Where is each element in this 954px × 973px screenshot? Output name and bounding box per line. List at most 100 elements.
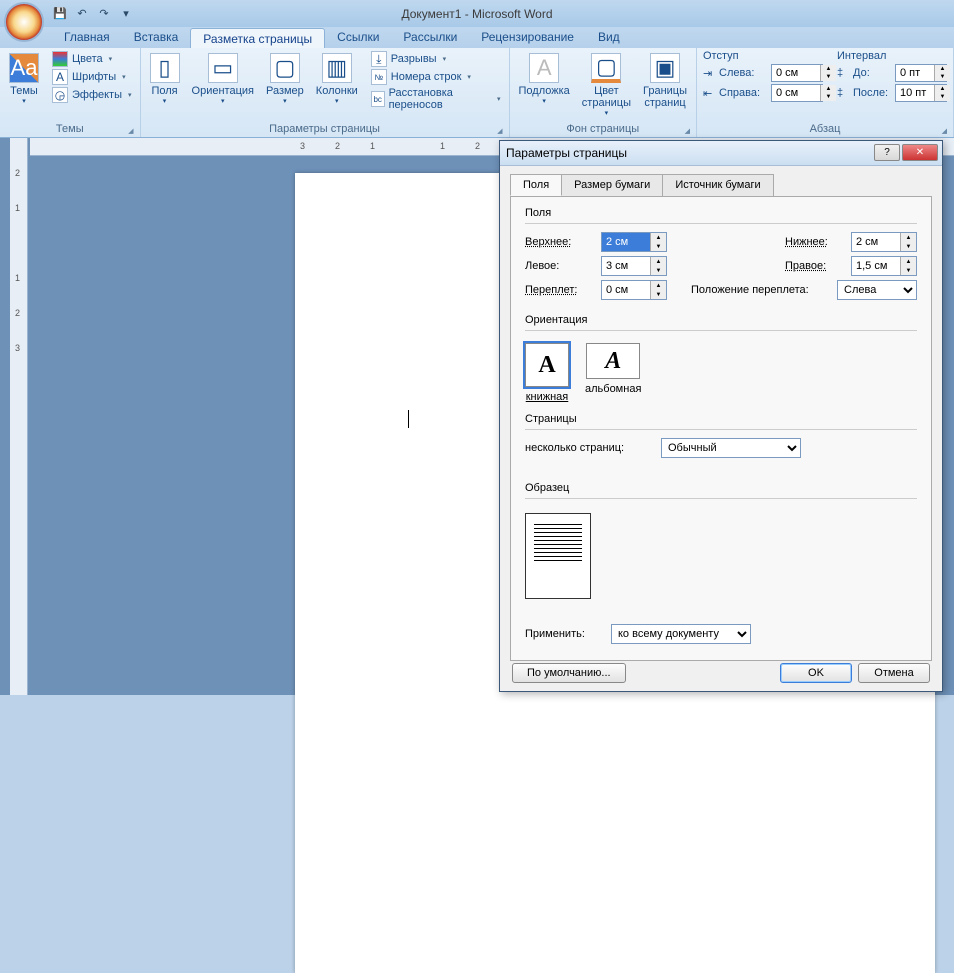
office-button[interactable] — [4, 2, 44, 42]
tab-mailings[interactable]: Рассылки — [391, 27, 469, 48]
fieldset-pages: Страницы несколько страниц: Обычный — [525, 413, 917, 462]
fieldset-orientation: Ориентация A книжная A альбомная — [525, 314, 917, 403]
orientation-portrait[interactable]: A книжная — [525, 343, 569, 403]
colors-button[interactable]: Цвета▾ — [48, 50, 136, 68]
indent-right-label: Справа: — [719, 87, 771, 99]
spacing-before-field[interactable]: ▲▼ — [895, 64, 947, 82]
gutter-field[interactable]: ▲▼ — [601, 280, 667, 300]
orientation-icon: ▭ — [208, 53, 238, 83]
spacing-before-icon: ‡ — [837, 67, 853, 79]
group-label-paragraph: Абзац — [701, 122, 949, 137]
breaks-button[interactable]: ⤓Разрывы▾ — [367, 50, 505, 68]
themes-icon: Aa — [9, 53, 39, 83]
tab-references[interactable]: Ссылки — [325, 27, 391, 48]
indent-label: Отступ — [703, 50, 825, 62]
columns-icon: ▥ — [322, 53, 352, 83]
qat-dropdown-icon[interactable]: ▾ — [116, 4, 136, 24]
margins-icon: ▯ — [150, 53, 180, 83]
dialog-tab-fields[interactable]: Поля — [510, 174, 562, 196]
page-setup-dialog: Параметры страницы ? ✕ Поля Размер бумаг… — [499, 140, 943, 692]
fonts-icon: A — [52, 69, 68, 85]
gutter-position-select[interactable]: Слева — [837, 280, 917, 300]
line-numbers-button[interactable]: №Номера строк▾ — [367, 68, 505, 86]
page-borders-button[interactable]: ▣Границы страниц — [638, 50, 692, 112]
vertical-ruler[interactable]: 2 1 1 2 3 — [10, 138, 28, 695]
indent-right-field[interactable]: ▲▼ — [771, 84, 823, 102]
spinner-up-icon[interactable]: ▲ — [651, 233, 666, 242]
indent-left-field[interactable]: ▲▼ — [771, 64, 823, 82]
effects-button[interactable]: ◶Эффекты▾ — [48, 86, 136, 104]
orientation-button[interactable]: ▭Ориентация▾ — [187, 50, 259, 108]
hyphenation-icon: bc — [371, 91, 385, 107]
title-bar: 💾 ↶ ↷ ▾ Документ1 - Microsoft Word — [0, 0, 954, 27]
themes-button[interactable]: Aa Темы▾ — [4, 50, 44, 108]
margin-right-label: Правое: — [785, 260, 845, 272]
spacing-after-field[interactable]: ▲▼ — [895, 84, 947, 102]
fieldset-margins-label: Поля — [525, 207, 917, 224]
fonts-button[interactable]: AШрифты▾ — [48, 68, 136, 86]
dialog-tab-source[interactable]: Источник бумаги — [662, 174, 773, 196]
dialog-body: Поля Верхнее: ▲▼ Нижнее: ▲▼ Левое: ▲▼ Пр… — [510, 196, 932, 661]
group-page-setup: ▯Поля▾ ▭Ориентация▾ ▢Размер▾ ▥Колонки▾ ⤓… — [141, 48, 510, 137]
fieldset-sample-label: Образец — [525, 482, 917, 499]
window-title: Документ1 - Microsoft Word — [0, 7, 954, 21]
apply-to-select[interactable]: ко всему документу — [611, 624, 751, 644]
spinner-down-icon[interactable]: ▼ — [651, 242, 666, 251]
watermark-button[interactable]: AПодложка▾ — [514, 50, 575, 108]
margin-top-field[interactable]: ▲▼ — [601, 232, 667, 252]
margins-button[interactable]: ▯Поля▾ — [145, 50, 185, 108]
spacing-after-label: После: — [853, 87, 895, 99]
spacing-after-icon: ‡ — [837, 87, 853, 99]
hyphenation-button[interactable]: bcРасстановка переносов▾ — [367, 86, 505, 112]
page-color-button[interactable]: ▢Цвет страницы▾ — [577, 50, 636, 120]
quick-access-toolbar: 💾 ↶ ↷ ▾ — [50, 4, 136, 24]
undo-icon[interactable]: ↶ — [72, 4, 92, 24]
line-numbers-icon: № — [371, 69, 387, 85]
group-page-background: AПодложка▾ ▢Цвет страницы▾ ▣Границы стра… — [510, 48, 697, 137]
margin-bottom-field[interactable]: ▲▼ — [851, 232, 917, 252]
dialog-tabs: Поля Размер бумаги Источник бумаги — [510, 174, 942, 196]
tab-insert[interactable]: Вставка — [122, 27, 191, 48]
dialog-title: Параметры страницы — [506, 146, 627, 160]
group-paragraph: Отступ ⇥Слева: ▲▼ ⇤Справа: ▲▼ Интервал ‡… — [697, 48, 954, 137]
cancel-button[interactable]: Отмена — [858, 663, 930, 683]
tab-review[interactable]: Рецензирование — [469, 27, 586, 48]
indent-left-label: Слева: — [719, 67, 771, 79]
save-icon[interactable]: 💾 — [50, 4, 70, 24]
portrait-icon: A — [525, 343, 569, 387]
group-label-page-background: Фон страницы — [514, 122, 692, 137]
ok-button[interactable]: OK — [780, 663, 852, 683]
fieldset-margins: Поля Верхнее: ▲▼ Нижнее: ▲▼ Левое: ▲▼ Пр… — [525, 207, 917, 304]
redo-icon[interactable]: ↷ — [94, 4, 114, 24]
size-button[interactable]: ▢Размер▾ — [261, 50, 309, 108]
margin-right-field[interactable]: ▲▼ — [851, 256, 917, 276]
orientation-landscape[interactable]: A альбомная — [585, 343, 641, 403]
spacing-before-label: До: — [853, 67, 895, 79]
columns-button[interactable]: ▥Колонки▾ — [311, 50, 363, 108]
spacing-label: Интервал — [837, 50, 949, 62]
group-themes: Aa Темы▾ Цвета▾ AШрифты▾ ◶Эффекты▾ Темы — [0, 48, 141, 137]
close-button[interactable]: ✕ — [902, 144, 938, 161]
dialog-footer: По умолчанию... OK Отмена — [500, 663, 942, 683]
margin-left-field[interactable]: ▲▼ — [601, 256, 667, 276]
fieldset-sample: Образец — [525, 482, 917, 599]
tab-home[interactable]: Главная — [52, 27, 122, 48]
default-button[interactable]: По умолчанию... — [512, 663, 626, 683]
text-cursor — [408, 410, 409, 428]
multiple-pages-select[interactable]: Обычный — [661, 438, 801, 458]
margin-bottom-label: Нижнее: — [785, 236, 845, 248]
tab-view[interactable]: Вид — [586, 27, 632, 48]
watermark-icon: A — [529, 53, 559, 83]
dialog-tab-paper[interactable]: Размер бумаги — [561, 174, 663, 196]
colors-icon — [52, 51, 68, 67]
effects-icon: ◶ — [52, 87, 68, 103]
fieldset-orientation-label: Ориентация — [525, 314, 917, 331]
breaks-icon: ⤓ — [371, 51, 387, 67]
multiple-pages-label: несколько страниц: — [525, 442, 655, 454]
group-label-page-setup: Параметры страницы — [145, 122, 505, 137]
ribbon-tabs: Главная Вставка Разметка страницы Ссылки… — [0, 27, 954, 48]
dialog-titlebar[interactable]: Параметры страницы ? ✕ — [500, 141, 942, 166]
fieldset-pages-label: Страницы — [525, 413, 917, 430]
help-button[interactable]: ? — [874, 144, 900, 161]
tab-page-layout[interactable]: Разметка страницы — [190, 28, 325, 48]
